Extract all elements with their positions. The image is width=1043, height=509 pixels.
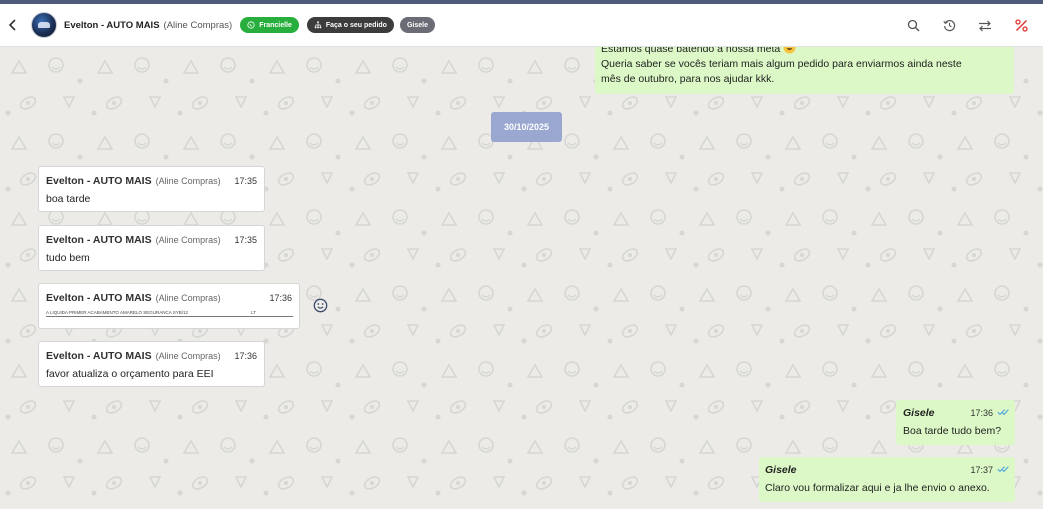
message-text: mês de outubro, para nos ajudar kkk.: [601, 73, 775, 85]
message-incoming[interactable]: Evelton - AUTO MAIS (Aline Compras) 17:3…: [38, 166, 265, 212]
message-sender: Evelton - AUTO MAIS: [46, 350, 152, 362]
message-time: 17:36: [970, 408, 993, 418]
message-sender: Gisele: [765, 464, 797, 476]
back-button[interactable]: [2, 14, 24, 36]
message-text: Estamos quase batendo a nossa meta: [601, 47, 781, 55]
attachment-unit: LT: [251, 310, 256, 315]
message-incoming-attachment[interactable]: Evelton - AUTO MAIS (Aline Compras) 17:3…: [38, 283, 300, 329]
message-text: boa tarde: [46, 193, 91, 205]
message-outgoing[interactable]: Gisele 17:36 Boa tarde tudo bem?: [896, 400, 1015, 445]
message-text: Queria saber se vocês teriam mais algum …: [601, 58, 962, 70]
message-time: 17:35: [234, 176, 257, 186]
tag-label: Gisele: [406, 21, 428, 29]
whatsapp-icon: [247, 21, 255, 29]
tag-label: Francielle: [259, 21, 292, 29]
read-receipt-icon: [997, 465, 1009, 473]
message-time: 17:36: [234, 351, 257, 361]
attachment-preview[interactable]: A LIQUIDA PRIMER ACABAMENTO AMARELO SEGU…: [46, 310, 293, 317]
tag-label: Faça o seu pedido: [325, 21, 387, 29]
message-sender-sub: (Aline Compras): [155, 235, 221, 245]
message-sender: Gisele: [903, 407, 935, 419]
tag-faca-o-seu-pedido[interactable]: Faça o seu pedido: [306, 17, 394, 33]
message-outgoing[interactable]: Gisele 17:37 Claro vou formalizar aqui e…: [759, 457, 1015, 502]
chat-area[interactable]: Estamos quase batendo a nossa meta Queri…: [0, 47, 1043, 509]
attachment-text: A LIQUIDA PRIMER ACABAMENTO AMARELO SEGU…: [46, 310, 188, 315]
message-sender: Evelton - AUTO MAIS: [46, 292, 152, 304]
contact-subtitle: (Aline Compras): [163, 19, 233, 31]
message-text: Boa tarde tudo bem?: [903, 425, 1002, 437]
message-time: 17:37: [970, 465, 993, 475]
message-incoming[interactable]: Evelton - AUTO MAIS (Aline Compras) 17:3…: [38, 341, 265, 387]
tag-gisele[interactable]: Gisele: [399, 17, 435, 33]
message-time: 17:35: [234, 235, 257, 245]
smiley-icon: [313, 298, 328, 313]
percent-button[interactable]: [1013, 18, 1029, 34]
message-sender-sub: (Aline Compras): [155, 176, 221, 186]
history-icon: [942, 19, 955, 32]
transfer-button[interactable]: [977, 18, 993, 34]
tag-francielle[interactable]: Francielle: [240, 17, 299, 33]
chevron-left-icon: [8, 19, 16, 31]
search-icon: [907, 19, 919, 32]
avatar[interactable]: [31, 12, 57, 38]
message-text: tudo bem: [46, 252, 90, 264]
message-sender: Evelton - AUTO MAIS: [46, 175, 152, 187]
chat-header: Evelton - AUTO MAIS (Aline Compras) Fran…: [0, 4, 1043, 47]
message-sender-sub: (Aline Compras): [155, 351, 221, 361]
read-receipt-icon: [997, 408, 1009, 416]
reaction-button[interactable]: [313, 298, 328, 313]
message-sender-sub: (Aline Compras): [155, 293, 221, 303]
message-sender: Evelton - AUTO MAIS: [46, 234, 152, 246]
message-text: favor atualiza o orçamento para EEI: [46, 368, 214, 380]
message-incoming[interactable]: Evelton - AUTO MAIS (Aline Compras) 17:3…: [38, 225, 265, 271]
percent-icon: [1014, 19, 1028, 32]
message-time: 17:36: [269, 293, 292, 303]
search-button[interactable]: [905, 18, 921, 34]
message-outgoing-previous[interactable]: Estamos quase batendo a nossa meta Queri…: [595, 47, 1014, 94]
history-button[interactable]: [941, 18, 957, 34]
contact-name[interactable]: Evelton - AUTO MAIS: [64, 20, 160, 31]
transfer-icon: [979, 20, 991, 31]
sitemap-icon: [314, 21, 322, 29]
grinning-emoji: [783, 47, 796, 54]
date-separator: 30/10/2025: [491, 112, 562, 142]
message-text: Claro vou formalizar aqui e ja lhe envio…: [765, 482, 990, 494]
